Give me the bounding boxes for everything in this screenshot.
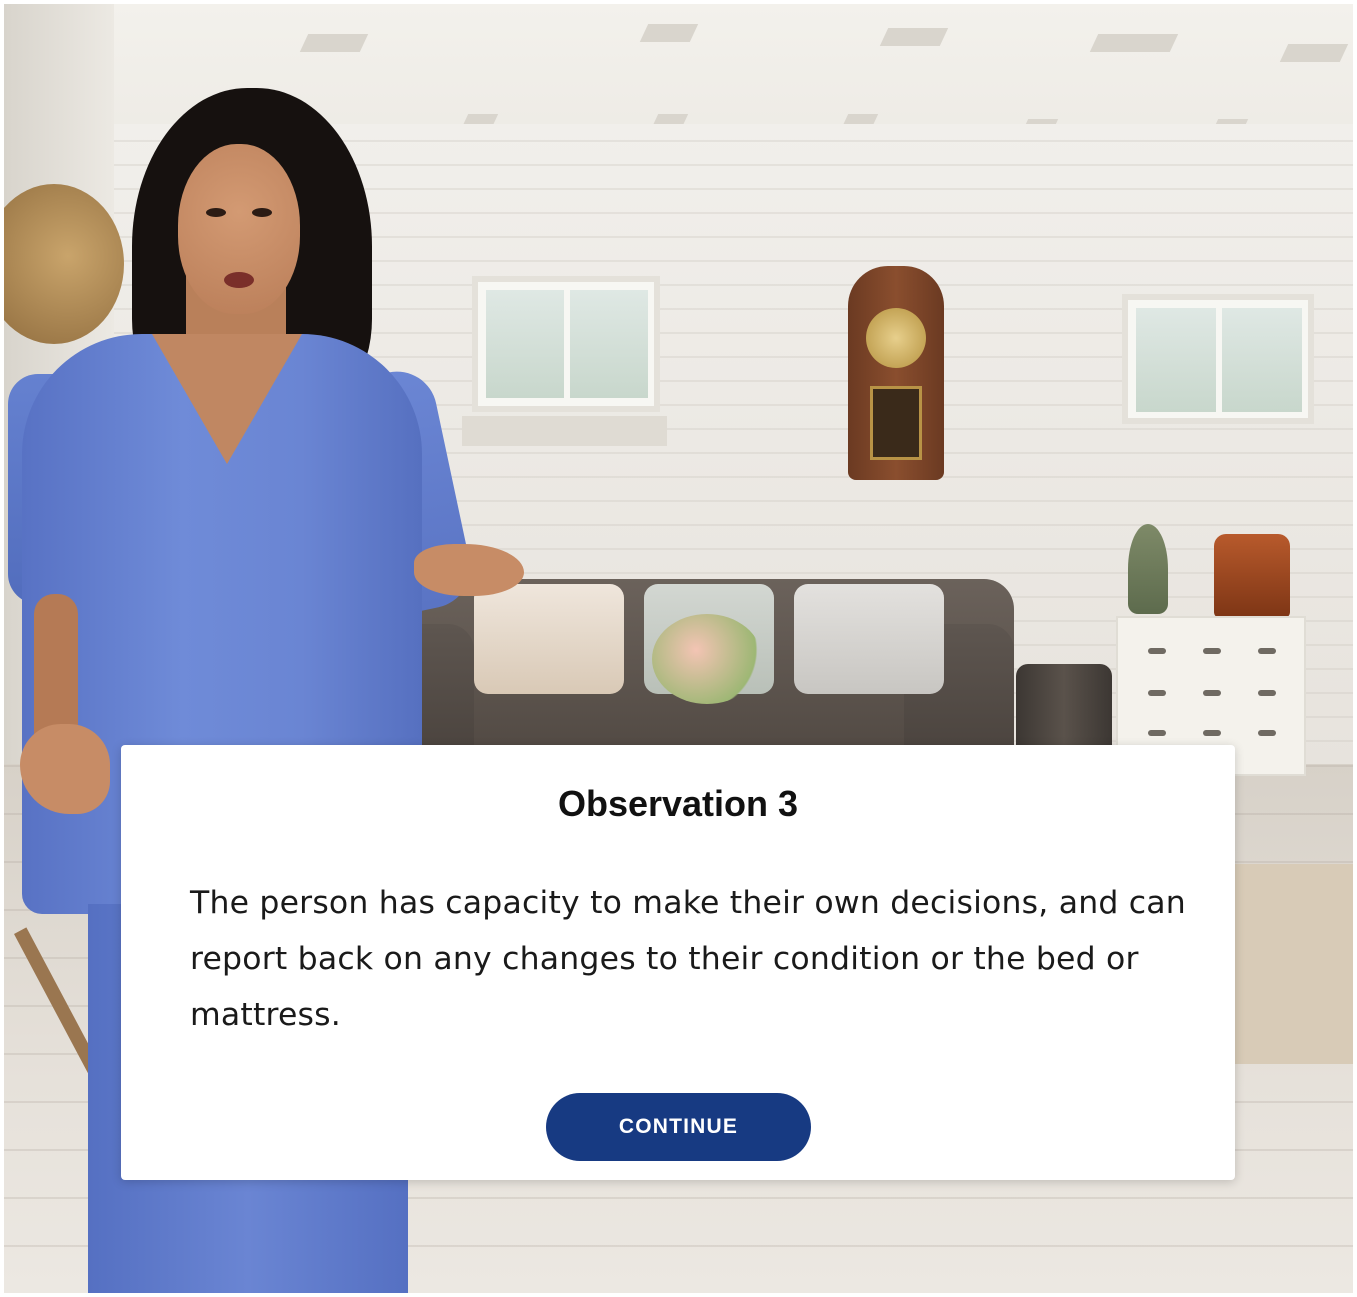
ceiling-beam [1279,44,1349,62]
clock-pendulum [870,386,922,460]
lantern-decor [1214,534,1290,618]
right-hand [414,544,524,596]
observation-dialog: Observation 3 The person has capacity to… [121,745,1235,1180]
ceiling-beam [879,28,949,46]
eye [206,208,226,217]
potted-plant [1128,524,1168,614]
ceiling-beam [639,24,699,42]
dialog-body-text: The person has capacity to make their ow… [190,885,1186,1033]
scene-frame: Observation 3 The person has capacity to… [4,4,1353,1293]
clock-face [866,308,926,368]
dialog-title: Observation 3 [557,783,799,824]
eye [252,208,272,217]
wall-clock [848,266,944,480]
flower-vase [652,614,762,704]
cushion [794,584,944,694]
face [178,144,300,314]
ceiling-beam [1089,34,1179,52]
continue-button[interactable]: CONTINUE [546,1093,811,1161]
window-right [1122,294,1314,424]
mouth [224,272,254,288]
